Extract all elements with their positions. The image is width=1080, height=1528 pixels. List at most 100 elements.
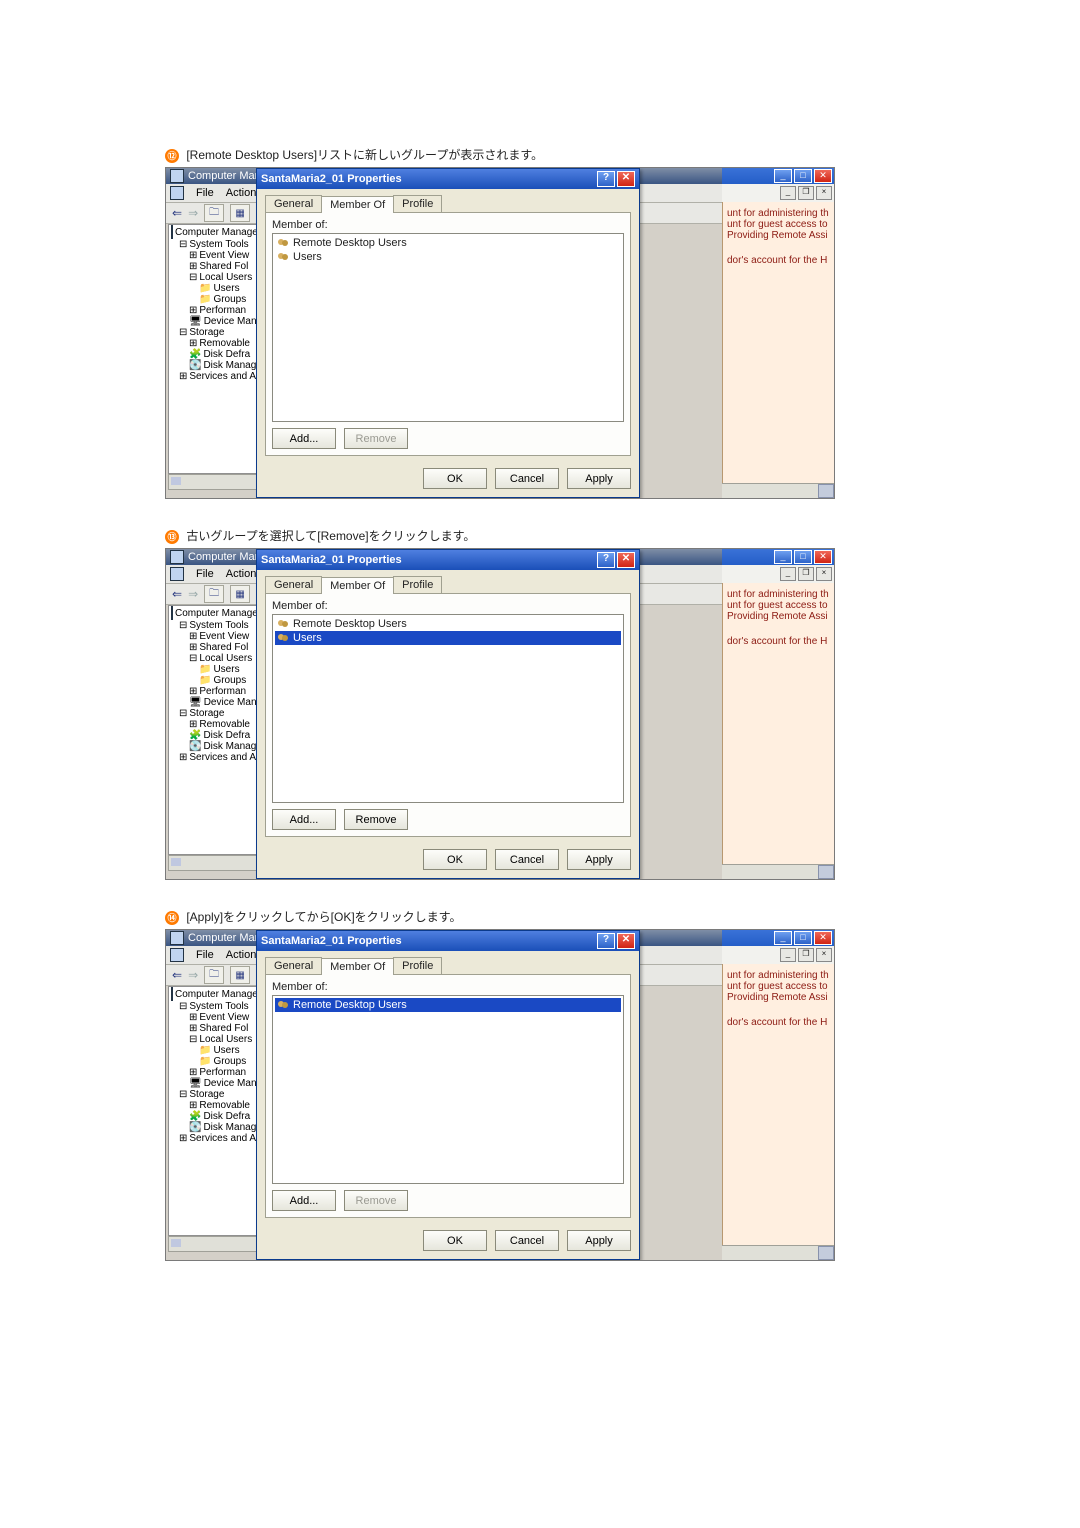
cancel-button[interactable]: Cancel [495, 1230, 559, 1251]
tab-general[interactable]: General [265, 576, 322, 593]
tree-expand-icon[interactable]: ⊞ [189, 631, 197, 642]
up-icon[interactable]: 🗀 [204, 204, 224, 222]
tree-expand-icon[interactable]: ⊟ [179, 1089, 187, 1100]
cancel-button[interactable]: Cancel [495, 849, 559, 870]
memberof-listbox[interactable]: Remote Desktop Users Users [272, 614, 624, 803]
close2-icon[interactable]: × [816, 567, 832, 581]
ok-button[interactable]: OK [423, 849, 487, 870]
tab-general[interactable]: General [265, 195, 322, 212]
minimize-icon[interactable]: _ [774, 550, 792, 564]
maximize-icon[interactable]: □ [794, 169, 812, 183]
cancel-button[interactable]: Cancel [495, 468, 559, 489]
tab-profile[interactable]: Profile [393, 957, 442, 974]
forward-icon[interactable]: ⇒ [188, 206, 198, 220]
maximize-icon[interactable]: □ [794, 550, 812, 564]
refresh-icon[interactable]: ▦ [230, 966, 250, 984]
up-icon[interactable]: 🗀 [204, 966, 224, 984]
close-icon[interactable]: ✕ [617, 552, 635, 568]
tree-expand-icon[interactable]: ⊟ [179, 620, 187, 631]
tree-device[interactable]: Device Man [204, 316, 257, 327]
forward-icon[interactable]: ⇒ [188, 587, 198, 601]
help-icon[interactable]: ? [597, 933, 615, 949]
tree-groups[interactable]: Groups [213, 294, 246, 305]
add-button[interactable]: Add... [272, 809, 336, 830]
scroll-grip-icon[interactable] [818, 484, 834, 498]
tree-defrag[interactable]: Disk Defra [203, 349, 250, 360]
refresh-icon[interactable]: ▦ [230, 585, 250, 603]
close-icon[interactable]: ✕ [814, 169, 832, 183]
tree-expand-icon[interactable]: ⊟ [189, 1034, 197, 1045]
close-icon[interactable]: ✕ [617, 171, 635, 187]
memberof-listbox[interactable]: Remote Desktop Users [272, 995, 624, 1184]
restore-icon[interactable]: _ [780, 567, 796, 581]
scroll-grip-icon[interactable] [818, 865, 834, 879]
tree-users[interactable]: Users [213, 283, 239, 294]
help-icon[interactable]: ? [597, 552, 615, 568]
tree-expand-icon[interactable]: ⊟ [189, 653, 197, 664]
menu-file[interactable]: File [196, 949, 214, 961]
list-item-selected[interactable]: Remote Desktop Users [275, 998, 621, 1012]
tree-eventview[interactable]: Event View [199, 250, 249, 261]
tree-storage[interactable]: Storage [189, 327, 224, 338]
forward-icon[interactable]: ⇒ [188, 968, 198, 982]
tree-localusers[interactable]: Local Users [199, 272, 252, 283]
close-icon[interactable]: ✕ [814, 550, 832, 564]
menu-action[interactable]: Action [226, 949, 257, 961]
list-item[interactable]: Remote Desktop Users [275, 236, 621, 250]
tree-root[interactable]: Computer Manage [175, 227, 258, 238]
up-icon[interactable]: 🗀 [204, 585, 224, 603]
back-icon[interactable]: ⇐ [172, 206, 182, 220]
apply-button[interactable]: Apply [567, 1230, 631, 1251]
close-icon[interactable]: ✕ [617, 933, 635, 949]
back-icon[interactable]: ⇐ [172, 968, 182, 982]
max2-icon[interactable]: ❐ [798, 186, 814, 200]
tree-diskmgmt[interactable]: Disk Manag [203, 360, 256, 371]
tree-expand-icon[interactable]: ⊞ [179, 752, 187, 763]
ok-button[interactable]: OK [423, 468, 487, 489]
scroll-grip-icon[interactable] [818, 1246, 834, 1260]
menu-file[interactable]: File [196, 187, 214, 199]
tree-removable[interactable]: Removable [199, 338, 250, 349]
tree-expand-icon[interactable]: ⊞ [189, 1067, 197, 1078]
tree-systools[interactable]: System Tools [189, 239, 248, 250]
apply-button[interactable]: Apply [567, 849, 631, 870]
tree-root[interactable]: Computer Manage [175, 608, 258, 619]
tree-expand-icon[interactable]: ⊞ [189, 250, 197, 261]
close2-icon[interactable]: × [816, 186, 832, 200]
help-icon[interactable]: ? [597, 171, 615, 187]
tree-expand-icon[interactable]: ⊞ [179, 371, 187, 382]
tree-root[interactable]: Computer Manage [175, 989, 258, 1000]
tab-profile[interactable]: Profile [393, 576, 442, 593]
tree-expand-icon[interactable]: ⊞ [189, 1100, 197, 1111]
tree-expand-icon[interactable]: ⊟ [179, 708, 187, 719]
add-button[interactable]: Add... [272, 1190, 336, 1211]
tree-expand-icon[interactable]: ⊞ [179, 1133, 187, 1144]
tab-memberof[interactable]: Member Of [321, 577, 394, 594]
tree-expand-icon[interactable]: ⊟ [179, 239, 187, 250]
tree-expand-icon[interactable]: ⊞ [189, 642, 197, 653]
tree-scrollbar[interactable] [168, 855, 258, 871]
tree-expand-icon[interactable]: ⊟ [189, 272, 197, 283]
menu-file[interactable]: File [196, 568, 214, 580]
list-item[interactable]: Remote Desktop Users [275, 617, 621, 631]
memberof-listbox[interactable]: Remote Desktop Users Users [272, 233, 624, 422]
tree-services[interactable]: Services and A [189, 371, 256, 382]
list-item-selected[interactable]: Users [275, 631, 621, 645]
tree-expand-icon[interactable]: ⊞ [189, 261, 197, 272]
tree-expand-icon[interactable]: ⊟ [179, 1001, 187, 1012]
tree-expand-icon[interactable]: ⊞ [189, 719, 197, 730]
refresh-icon[interactable]: ▦ [230, 204, 250, 222]
tree-expand-icon[interactable]: ⊟ [179, 327, 187, 338]
close2-icon[interactable]: × [816, 948, 832, 962]
tab-memberof[interactable]: Member Of [321, 958, 394, 975]
remove-button[interactable]: Remove [344, 809, 408, 830]
minimize-icon[interactable]: _ [774, 169, 792, 183]
list-item[interactable]: Users [275, 250, 621, 264]
restore-icon[interactable]: _ [780, 186, 796, 200]
tree-expand-icon[interactable]: ⊞ [189, 686, 197, 697]
tab-general[interactable]: General [265, 957, 322, 974]
restore-icon[interactable]: _ [780, 948, 796, 962]
max2-icon[interactable]: ❐ [798, 567, 814, 581]
max2-icon[interactable]: ❐ [798, 948, 814, 962]
apply-button[interactable]: Apply [567, 468, 631, 489]
